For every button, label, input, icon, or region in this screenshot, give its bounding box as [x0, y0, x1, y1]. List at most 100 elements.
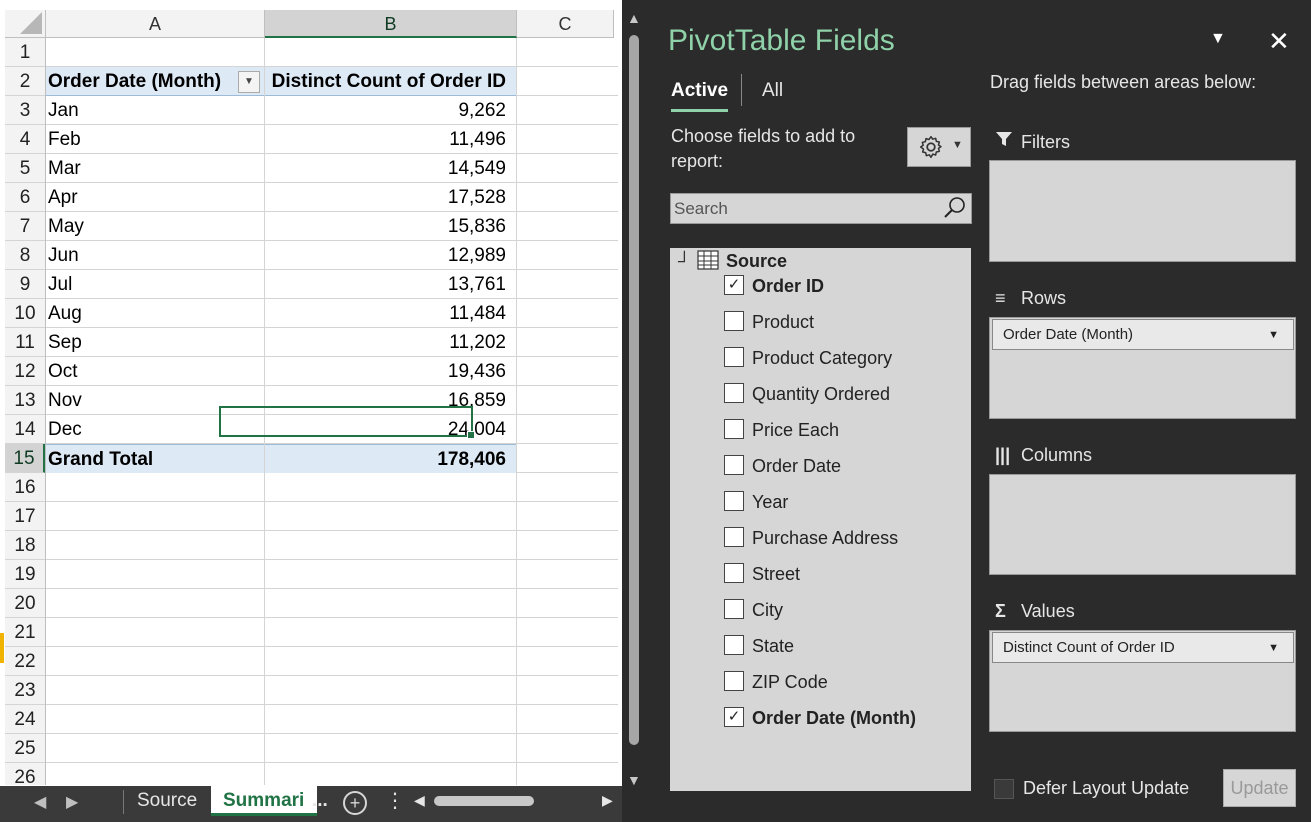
pane-options-chevron-down-icon[interactable]: ▼ [1210, 30, 1226, 48]
count-cell[interactable]: 17,528 [265, 183, 516, 211]
row-header[interactable]: 20 [5, 589, 45, 618]
columns-drop-area[interactable] [989, 474, 1296, 575]
month-cell[interactable]: Feb [46, 125, 264, 153]
row-header[interactable]: 14 [5, 415, 45, 444]
grand-total-label[interactable]: Grand Total [46, 444, 264, 473]
row-header[interactable]: 18 [5, 531, 45, 560]
tab-prev-icon[interactable]: ◀ [34, 792, 46, 812]
row-header[interactable]: 9 [5, 270, 45, 299]
scroll-down-icon[interactable]: ▼ [627, 772, 641, 788]
checkbox-checked-icon[interactable]: ✓ [724, 707, 744, 727]
checkbox-icon[interactable] [724, 347, 744, 367]
column-header-a[interactable]: A [46, 10, 265, 38]
pivot-row-header-cell[interactable]: Order Date (Month) ▼ [46, 67, 264, 96]
month-cell[interactable]: Apr [46, 183, 264, 211]
filters-drop-area[interactable] [989, 160, 1296, 262]
count-cell[interactable]: 13,761 [265, 270, 516, 298]
row-header[interactable]: 16 [5, 473, 45, 502]
checkbox-icon[interactable] [724, 527, 744, 547]
month-cell[interactable]: Sep [46, 328, 264, 356]
month-cell[interactable]: Jun [46, 241, 264, 269]
grand-total-value[interactable]: 178,406 [265, 444, 516, 473]
rows-field-chip[interactable]: Order Date (Month) ▼ [992, 319, 1294, 350]
more-vertical-icon[interactable]: ⋮ [385, 788, 405, 813]
checkbox-icon[interactable] [724, 635, 744, 655]
filter-dropdown-icon[interactable]: ▼ [238, 71, 260, 93]
checkbox-icon[interactable] [724, 671, 744, 691]
checkbox-icon[interactable] [724, 491, 744, 511]
vertical-scroll-thumb[interactable] [629, 35, 639, 745]
row-header[interactable]: 17 [5, 502, 45, 531]
count-cell[interactable]: 11,202 [265, 328, 516, 356]
field-list[interactable]: ┘ Source ✓ Order ID Product Product Categor… [670, 248, 971, 791]
row-header[interactable]: 1 [5, 38, 45, 67]
month-cell[interactable]: Jul [46, 270, 264, 298]
month-cell[interactable]: Jan [46, 96, 264, 124]
more-tabs-button[interactable]: ... [312, 786, 328, 816]
month-cell[interactable]: May [46, 212, 264, 240]
update-button[interactable]: Update [1223, 769, 1296, 807]
row-header[interactable]: 10 [5, 299, 45, 328]
checkbox-icon[interactable] [724, 383, 744, 403]
row-header[interactable]: 24 [5, 705, 45, 734]
scroll-left-icon[interactable]: ◀ [414, 792, 425, 809]
month-cell[interactable]: Aug [46, 299, 264, 327]
defer-layout-checkbox[interactable] [994, 779, 1014, 799]
row-header[interactable]: 7 [5, 212, 45, 241]
month-cell[interactable]: Mar [46, 154, 264, 182]
checkbox-icon[interactable] [724, 599, 744, 619]
tools-button[interactable]: ▼ [907, 127, 971, 167]
fill-handle[interactable] [467, 431, 475, 439]
field-search-input[interactable]: Search [670, 193, 972, 224]
row-header[interactable]: 25 [5, 734, 45, 763]
collapse-icon[interactable]: ┘ [678, 251, 691, 272]
row-header[interactable]: 22 [5, 647, 45, 676]
scroll-up-icon[interactable]: ▲ [627, 10, 641, 26]
select-all-corner[interactable] [5, 10, 46, 38]
pivot-value-header-cell[interactable]: Distinct Count of Order ID [265, 67, 516, 96]
column-header-b[interactable]: B [265, 10, 517, 38]
month-cell[interactable]: Oct [46, 357, 264, 385]
count-cell[interactable]: 11,484 [265, 299, 516, 327]
row-header[interactable]: 3 [5, 96, 45, 125]
checkbox-icon[interactable] [724, 311, 744, 331]
scroll-right-icon[interactable]: ▶ [602, 792, 613, 809]
row-header[interactable]: 11 [5, 328, 45, 357]
tab-active[interactable]: Active [671, 80, 729, 112]
row-header[interactable]: 21 [5, 618, 45, 647]
chevron-down-icon[interactable]: ▼ [1268, 320, 1279, 350]
tab-all[interactable]: All [762, 80, 783, 102]
row-header[interactable]: 23 [5, 676, 45, 705]
count-cell[interactable]: 14,549 [265, 154, 516, 182]
row-header[interactable]: 2 [5, 67, 45, 96]
row-header[interactable]: 8 [5, 241, 45, 270]
checkbox-icon[interactable] [724, 563, 744, 583]
row-header[interactable]: 13 [5, 386, 45, 415]
plus-circle-icon[interactable]: + [343, 791, 367, 815]
sheet-tab-summary[interactable]: Summari [211, 786, 317, 816]
row-header[interactable]: 12 [5, 357, 45, 386]
checkbox-icon[interactable] [724, 419, 744, 439]
search-icon[interactable] [943, 196, 967, 225]
row-header[interactable]: 19 [5, 560, 45, 589]
column-header-c[interactable]: C [517, 10, 614, 38]
count-cell[interactable]: 11,496 [265, 125, 516, 153]
row-header[interactable]: 5 [5, 154, 45, 183]
values-drop-area[interactable]: Distinct Count of Order ID ▼ [989, 630, 1296, 732]
row-header[interactable]: 4 [5, 125, 45, 154]
horizontal-scrollbar[interactable]: ◀ ▶ [412, 792, 622, 810]
tab-next-icon[interactable]: ▶ [66, 792, 78, 812]
chevron-down-icon[interactable]: ▼ [1268, 633, 1279, 663]
horizontal-scroll-thumb[interactable] [434, 796, 534, 806]
checkbox-icon[interactable] [724, 455, 744, 475]
count-cell[interactable]: 12,989 [265, 241, 516, 269]
row-header[interactable]: 15 [5, 444, 45, 473]
count-cell[interactable]: 19,436 [265, 357, 516, 385]
row-header[interactable]: 6 [5, 183, 45, 212]
row-header[interactable]: 26 [5, 763, 45, 785]
sheet-tab-source[interactable]: Source [125, 786, 209, 816]
rows-drop-area[interactable]: Order Date (Month) ▼ [989, 317, 1296, 419]
values-field-chip[interactable]: Distinct Count of Order ID ▼ [992, 632, 1294, 663]
checkbox-checked-icon[interactable]: ✓ [724, 275, 744, 295]
close-icon[interactable]: ✕ [1268, 26, 1290, 57]
